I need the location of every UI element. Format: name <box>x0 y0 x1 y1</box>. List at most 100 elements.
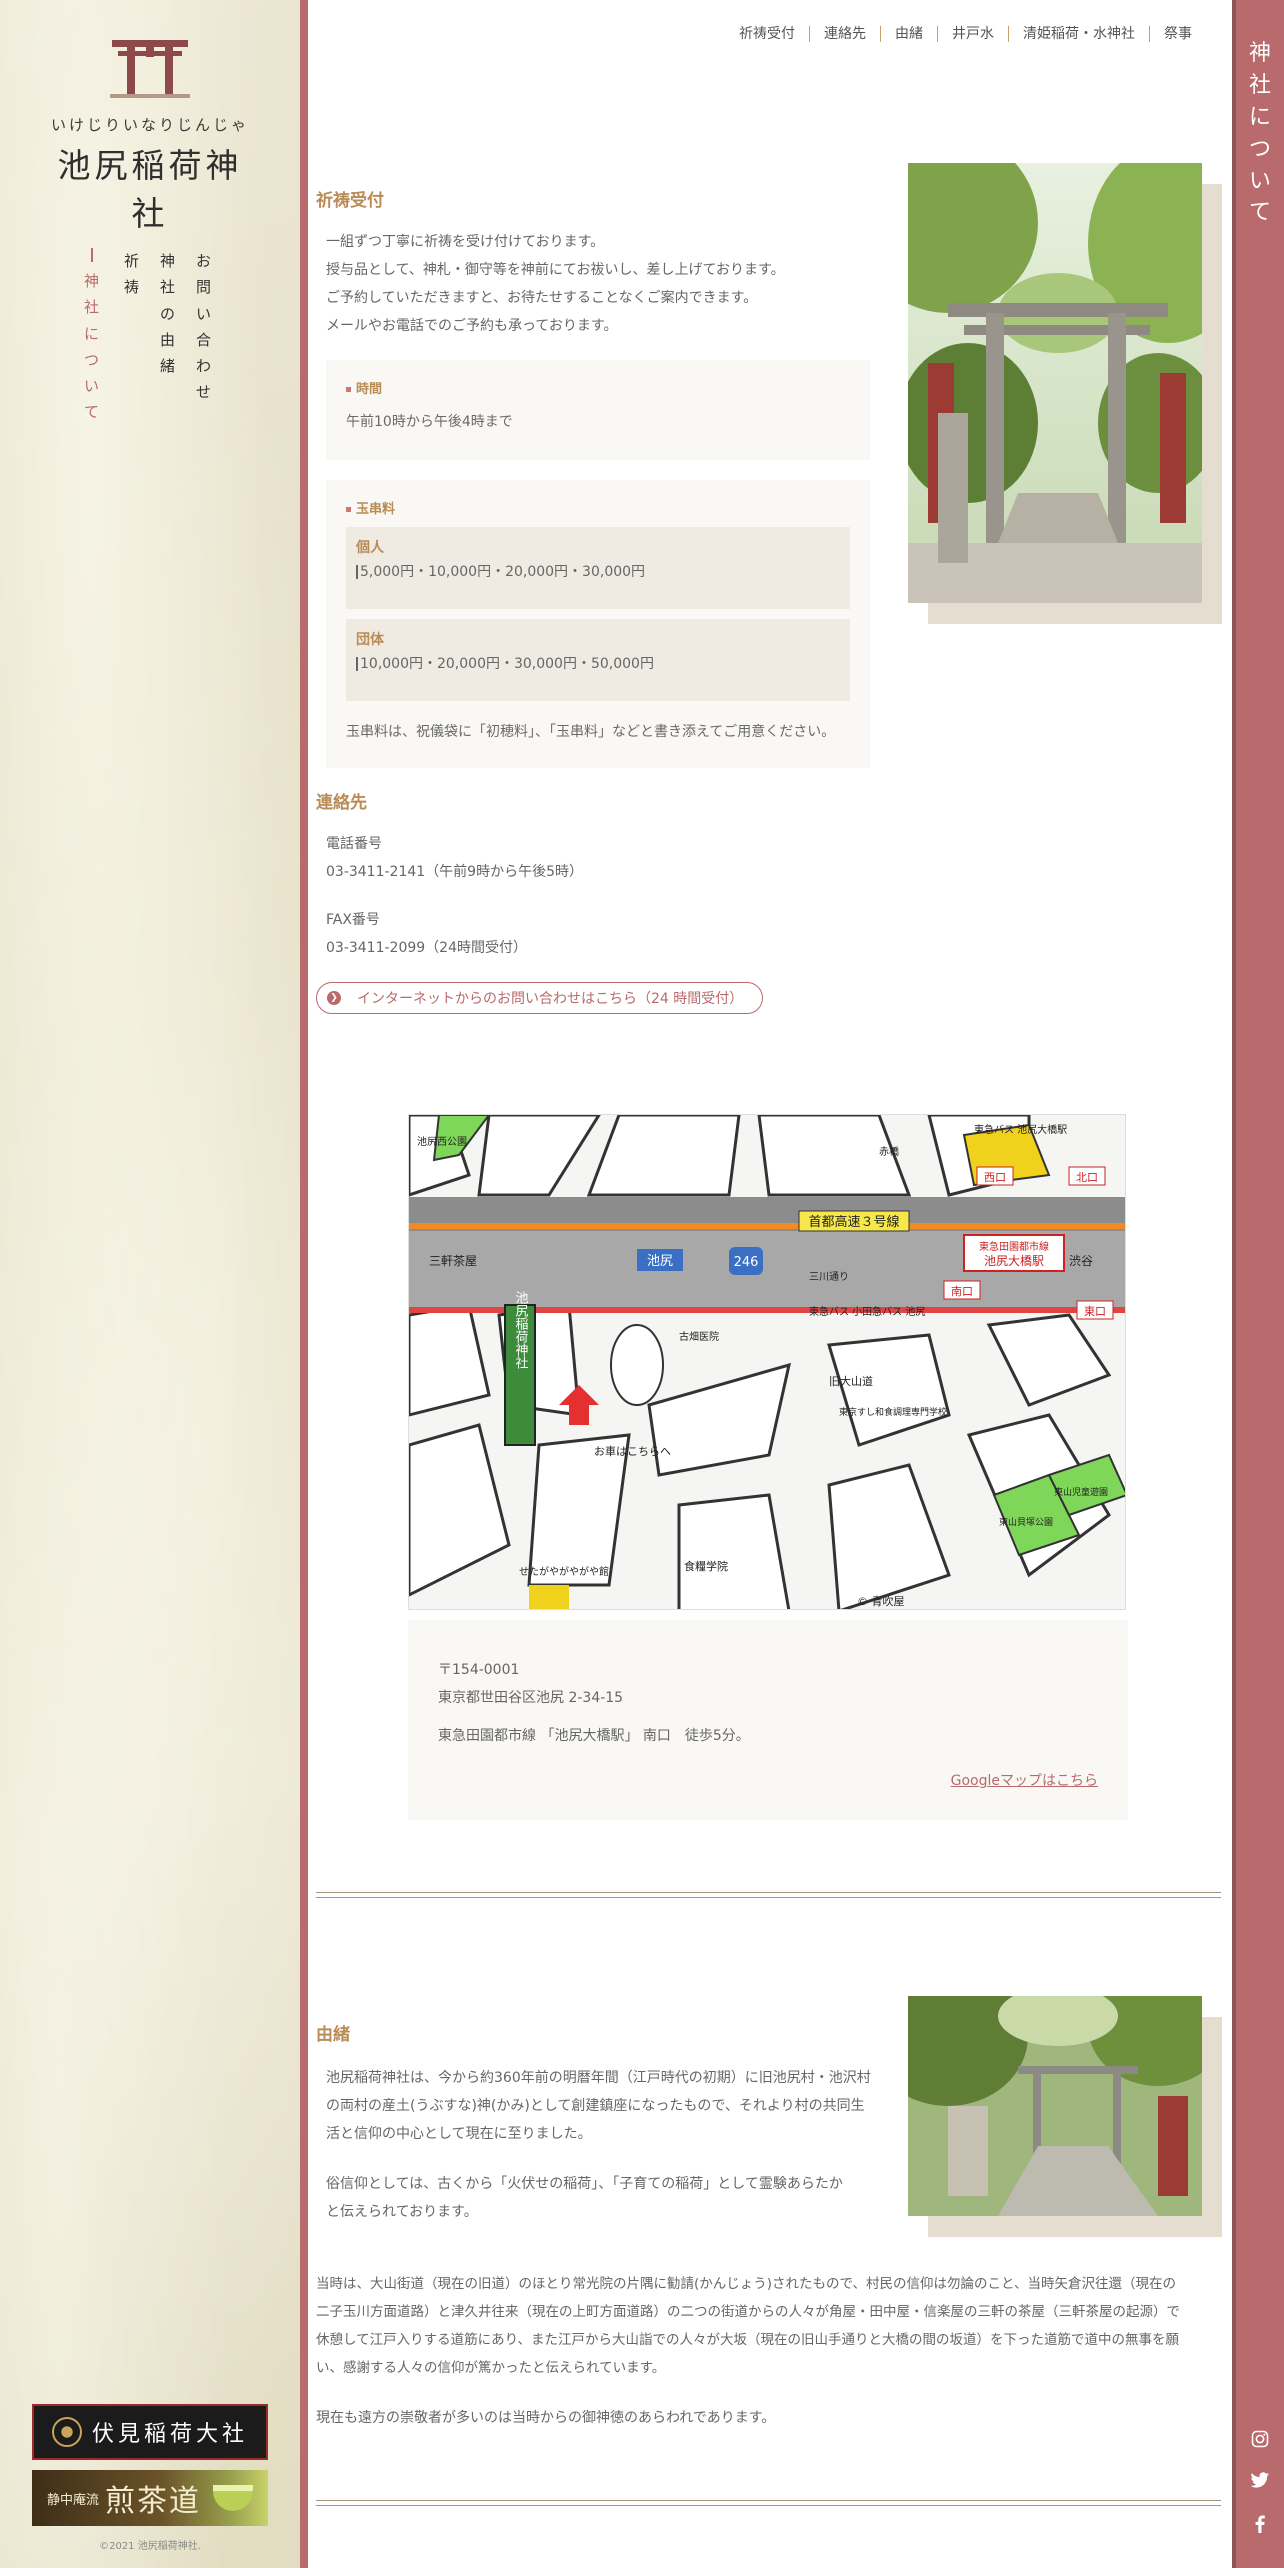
twitter-icon[interactable] <box>1236 2472 1284 2489</box>
map-shibuya: 渋谷 <box>1069 1254 1093 1268</box>
site-logo[interactable]: いけじりいなりじんじゃ 池尻稲荷神社 <box>40 36 260 235</box>
fax-value: 03-3411-2099（24時間受付） <box>326 940 527 956</box>
internet-contact-button[interactable]: ❯ インターネットからのお問い合わせはこちら（24 時間受付） <box>316 982 763 1014</box>
side-nav-about[interactable]: 神社について <box>84 248 99 426</box>
side-nav-history[interactable]: 神社の由緒 <box>160 248 175 379</box>
top-nav-kiyohime[interactable]: 清姫稲荷・水神社 <box>1008 26 1149 42</box>
kito-section-title: 祈祷受付 <box>316 191 384 211</box>
top-nav-well-water[interactable]: 井戸水 <box>937 26 1008 42</box>
individual-value: 5,000円・10,000円・20,000円・30,000円 <box>356 565 840 579</box>
map-station-label: 池尻 <box>647 1254 673 1269</box>
map-sangawa: 三川通り <box>809 1271 849 1283</box>
history-line: 休憩して江戸入りする道筋にあり、また江戸から大山詣での人々が大坂（現在の旧山手通… <box>316 2332 1180 2348</box>
google-map-link[interactable]: Googleマップはこちら <box>951 1770 1098 1790</box>
history-line: 当時は、大山街道（現在の旧道）のほとり常光院の片隅に勧請(かんじょう)されたもの… <box>316 2276 1176 2292</box>
logo-kana: いけじりいなりじんじゃ <box>50 116 249 134</box>
map-shokuryo: 食糧学院 <box>684 1559 728 1573</box>
side-nav-kito[interactable]: 祈祷 <box>124 248 139 301</box>
history-paragraph-1: 池尻稲荷神社は、今から約360年前の明暦年間（江戸時代の初期）に旧池尻村・池沢村… <box>326 2064 871 2148</box>
map-south-exit: 南口 <box>951 1285 973 1298</box>
top-nav: 祈祷受付 連絡先 由緒 井戸水 清姫稲荷・水神社 祭事 <box>725 26 1206 42</box>
page-vertical-title: 神社について <box>1248 41 1271 226</box>
top-nav-festivals[interactable]: 祭事 <box>1149 26 1206 42</box>
map-north-exit: 北口 <box>1076 1171 1098 1184</box>
facebook-icon[interactable] <box>1236 2515 1284 2533</box>
torii-icon <box>110 40 190 98</box>
kito-line: 一組ずつ丁寧に祈祷を受け付けております。 <box>326 234 605 250</box>
kito-line: ご予約していただきますと、お待たせすることなくご案内できます。 <box>326 290 758 306</box>
side-nav-contact[interactable]: お問い合わせ <box>196 248 211 406</box>
tel-label: 電話番号 <box>326 836 382 852</box>
history-line: 活と信仰の中心として現在に至りました。 <box>326 2126 592 2142</box>
tamagushi-note: 玉串料は、祝儀袋に「初穂料」、「玉串料」などと書き添えてご用意ください。 <box>346 724 836 740</box>
history-line: と伝えられております。 <box>326 2204 478 2220</box>
section-divider <box>316 2500 1221 2506</box>
right-title-bar: 神社について <box>1232 0 1284 2568</box>
time-box: 時間 午前10時から午後4時まで <box>326 360 870 460</box>
history-line: 二子玉川方面道路）と津久井往来（現在の上町方面道路）の二つの街道からの人々が角屋… <box>316 2304 1180 2320</box>
address-text: 〒154-0001 東京都世田谷区池尻 2-34-15 東急田園都市線 「池尻大… <box>438 1656 750 1750</box>
history-line: い、感謝する人々の信仰が篤かったと伝えられています。 <box>316 2360 666 2376</box>
tel-value: 03-3411-2141（午前9時から午後5時） <box>326 864 583 880</box>
individual-label: 個人 <box>356 540 384 556</box>
map-west-exit: 西口 <box>984 1171 1006 1184</box>
top-nav-contact[interactable]: 連絡先 <box>809 26 880 42</box>
shrine-approach-photo <box>908 1996 1202 2216</box>
kito-line: 授与品として、神札・御守等を神前にてお祓いし、差し上げております。 <box>326 262 785 278</box>
fax-label: FAX番号 <box>326 912 380 928</box>
map-park3: 東山児童遊園 <box>1054 1486 1108 1498</box>
map-bus2-label: 東急バス 小田急バス 池尻 <box>809 1305 925 1318</box>
kito-line: メールやお電話でのご予約も承っております。 <box>326 318 618 334</box>
side-nav-label: 神社について <box>84 272 100 422</box>
map-furukawa: 古畑医院 <box>679 1330 719 1343</box>
history-paragraph-2: 俗信仰としては、古くから「火伏せの稲荷」、「子育ての稲荷」として霊験あらたか と… <box>326 2170 843 2226</box>
history-line: 池尻稲荷神社は、今から約360年前の明暦年間（江戸時代の初期）に旧池尻村・池沢村 <box>326 2070 871 2086</box>
tamagushi-label: 玉串料 <box>346 498 850 517</box>
logo-name: 池尻稲荷神社 <box>57 146 243 233</box>
contact-button-label: インターネットからのお問い合わせはこちら（24 時間受付） <box>357 991 744 1007</box>
individual-fee: 個人 5,000円・10,000円・20,000円・30,000円 <box>346 527 850 609</box>
map-sangenjaya: 三軒茶屋 <box>429 1253 477 1268</box>
sencha-banner-big: 煎茶道 <box>105 2484 201 2519</box>
instagram-icon[interactable] <box>1236 2430 1284 2448</box>
history-line: 俗信仰としては、古くから「火伏せの稲荷」、「子育ての稲荷」として霊験あらたか <box>326 2176 843 2192</box>
history-paragraph-4: 現在も遠方の崇敬者が多いのは当時からの御神徳のあらわれであります。 <box>316 2410 776 2426</box>
contact-section-title: 連絡先 <box>316 793 367 813</box>
map-shrine-label: 池尻稲荷神社 <box>513 1291 529 1369</box>
street-address: 東京都世田谷区池尻 2-34-15 <box>438 1690 624 1706</box>
history-section-title: 由緒 <box>316 2025 350 2045</box>
map-car-note: お車はこちらへ <box>594 1444 671 1458</box>
group-label: 団体 <box>356 632 384 648</box>
chevron-right-icon: ❯ <box>327 991 341 1005</box>
time-label: 時間 <box>346 378 850 397</box>
access-map: 首都高速３号線 246 池尻 東急田園都市線 池尻大橋駅 三軒茶屋 渋谷 池尻稲… <box>408 1114 1126 1610</box>
history-paragraph-3: 当時は、大山街道（現在の旧道）のほとり常光院の片隅に勧請(かんじょう)されたもの… <box>316 2270 1221 2382</box>
map-park1: 池尻西公園 <box>417 1135 467 1148</box>
section-divider <box>316 1892 1221 1898</box>
top-nav-kito[interactable]: 祈祷受付 <box>725 26 809 42</box>
map-park2: 東山貝塚公園 <box>999 1516 1053 1528</box>
copyright: ©2021 池尻稲荷神社. <box>99 2541 201 2552</box>
map-line-label: 東急田園都市線 <box>979 1240 1049 1253</box>
group-value: 10,000円・20,000円・30,000円・50,000円 <box>356 657 840 671</box>
map-bus-label: 東急バス 池尻大橋駅 <box>974 1123 1067 1136</box>
left-sidebar: いけじりいなりじんじゃ 池尻稲荷神社 お問い合わせ 神社の由緒 祈祷 神社につい… <box>0 0 300 2568</box>
access-note: 東急田園都市線 「池尻大橋駅」 南口 徒歩5分。 <box>438 1728 750 1744</box>
fushimi-mark-icon <box>51 2417 82 2447</box>
map-station-name: 池尻大橋駅 <box>984 1254 1044 1268</box>
kito-intro: 一組ずつ丁寧に祈祷を受け付けております。 授与品として、神札・御守等を神前にてお… <box>326 228 785 340</box>
map-expressway-label: 首都高速３号線 <box>808 1214 899 1230</box>
group-fee: 団体 10,000円・20,000円・30,000円・50,000円 <box>346 619 850 701</box>
fushimi-banner[interactable]: 伏見稲荷大社 <box>32 2404 268 2460</box>
map-akebashi: 赤橋 <box>879 1145 899 1158</box>
history-line: の両村の産土(うぶすな)神(かみ)として創建鎮座になったもので、それより村の共同… <box>326 2098 865 2114</box>
sencha-banner[interactable]: 静中庵流 煎茶道 <box>32 2470 268 2526</box>
map-school: 東京すし和食調理専門学校 <box>839 1406 947 1418</box>
contact-info: 電話番号 03-3411-2141（午前9時から午後5時） FAX番号 03-3… <box>326 830 583 962</box>
time-value: 午前10時から午後4時まで <box>346 414 513 430</box>
tamagushi-box: 玉串料 個人 5,000円・10,000円・20,000円・30,000円 団体… <box>326 480 870 768</box>
active-indicator <box>90 248 93 262</box>
top-nav-history[interactable]: 由緒 <box>880 26 937 42</box>
postal-code: 〒154-0001 <box>438 1662 520 1678</box>
torii-gate-photo <box>908 163 1202 603</box>
